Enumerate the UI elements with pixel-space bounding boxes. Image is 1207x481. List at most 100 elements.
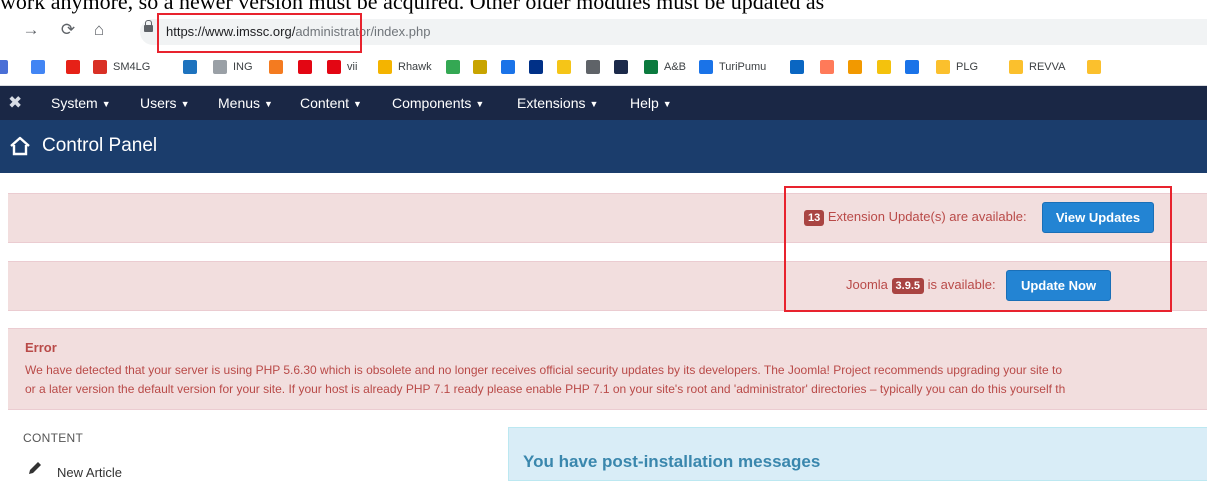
bookmark-label: SM4LG [113,61,151,73]
xe-icon [614,60,628,74]
bookmark-item[interactable] [446,58,466,76]
bookmark-item[interactable] [877,58,897,76]
square-red-icon [93,60,107,74]
bookmark-label: Rhawk [398,61,432,73]
caret-down-icon: ▼ [353,99,362,109]
bookmark-ing[interactable]: ING [213,58,253,76]
c-icon [501,60,515,74]
bookmark-item[interactable] [905,58,925,76]
folder-icon [1087,60,1101,74]
menu-label: System [51,95,98,111]
bookmark-label: REVVA [1029,61,1066,73]
youtube-icon [66,60,80,74]
menu-menus[interactable]: Menus ▼ [218,95,273,111]
menu-system[interactable]: System ▼ [51,95,111,111]
caret-down-icon: ▼ [662,99,672,109]
bookmark-sm4lg[interactable]: SM4LG [93,58,150,76]
menu-help[interactable]: Help ▼ [630,95,672,111]
menu-label: Help [630,95,659,111]
bookmark-item[interactable] [473,58,493,76]
bookmark-label: TuriPumu [719,61,767,73]
menu-extensions[interactable]: Extensions ▼ [517,95,598,111]
arc-icon [378,60,392,74]
sidebar-section-content: CONTENT [23,431,84,445]
caret-down-icon: ▼ [589,99,599,109]
page-icon [213,60,227,74]
new-article-link[interactable]: New Article [57,465,122,480]
bookmark-square-icon [0,60,8,74]
reload-icon[interactable]: ⟳ [57,19,79,41]
hubspot-icon [820,60,834,74]
drop-icon [699,60,713,74]
linkedin-icon [790,60,804,74]
folder-icon [936,60,950,74]
santander-icon [327,60,341,74]
r-icon [905,60,919,74]
bookmark-item[interactable] [586,58,606,76]
box-icon [848,60,862,74]
home-nav-icon[interactable]: ⌂ [88,19,110,41]
bookmark-item[interactable] [529,58,549,76]
bookmark-label: ING [233,61,253,73]
folder-icon [1009,60,1023,74]
imdb-icon [557,60,571,74]
badge-icon [473,60,487,74]
error-message-line1: We have detected that your server is usi… [25,363,1063,377]
bookmark-vii[interactable]: vii [327,58,357,76]
error-title: Error [25,340,57,355]
bookmark-label: PLG [956,61,979,73]
google-icon [31,60,45,74]
santander-icon [298,60,312,74]
cloud-icon [183,60,197,74]
caret-down-icon: ▼ [101,99,111,109]
menu-content[interactable]: Content ▼ [300,95,362,111]
bk-icon [269,60,283,74]
caret-down-icon: ▼ [264,99,273,109]
caret-down-icon: ▼ [475,99,485,109]
bookmark-turipumu[interactable]: TuriPumu [699,58,766,76]
menu-label: Users [140,95,177,111]
bookmark-item[interactable] [269,58,289,76]
lock-icon [144,20,153,32]
pencil-icon [29,462,41,474]
menu-components[interactable]: Components ▼ [392,95,484,111]
bookmark-item[interactable] [31,58,51,76]
url-highlight-box [157,13,362,53]
page-header: Control Panel [0,120,1207,173]
bookmark-item[interactable] [614,58,634,76]
bookmark-item[interactable] [501,58,521,76]
paypal-icon [529,60,543,74]
bookmark-revva[interactable]: REVVA [1009,58,1065,76]
page-title: Control Panel [42,135,158,156]
wifi-icon [644,60,658,74]
menu-users[interactable]: Users ▼ [140,95,189,111]
menu-label: Extensions [517,95,586,111]
bookmark-item[interactable] [848,58,868,76]
bookmark-item[interactable] [1087,58,1107,76]
joomla-logo-icon[interactable]: ✖ [8,94,22,112]
bookmark-item[interactable] [557,58,577,76]
caret-down-icon: ▼ [180,99,190,109]
menu-label: Menus [218,95,261,111]
dots-icon [446,60,460,74]
error-message-line2: or a later version the default version f… [25,382,1066,396]
bookmark-label: vii [347,61,358,73]
bookmark-item[interactable] [790,58,810,76]
bookmark-item[interactable] [183,58,203,76]
bookmark-ab[interactable]: A&B [644,58,686,76]
bookmarks-bar: SM4LG ING vii Rhawk A&B TuriPumu PLG REV… [0,49,1207,86]
updates-highlight-box [784,186,1172,312]
bookmark-item[interactable] [298,58,318,76]
home-icon [10,136,30,156]
bookmark-label: A&B [664,61,687,73]
bookmark-item[interactable] [0,58,14,76]
admin-navbar: ✖ System ▼ Users ▼ Menus ▼ Content ▼ Compone… [0,86,1207,120]
film-icon [586,60,600,74]
e-icon [877,60,891,74]
bookmark-item[interactable] [820,58,840,76]
bookmark-item[interactable] [66,58,86,76]
bookmark-rhawk[interactable]: Rhawk [378,58,432,76]
menu-label: Content [300,95,350,111]
bookmark-plg[interactable]: PLG [936,58,978,76]
forward-icon[interactable]: → [20,19,42,41]
